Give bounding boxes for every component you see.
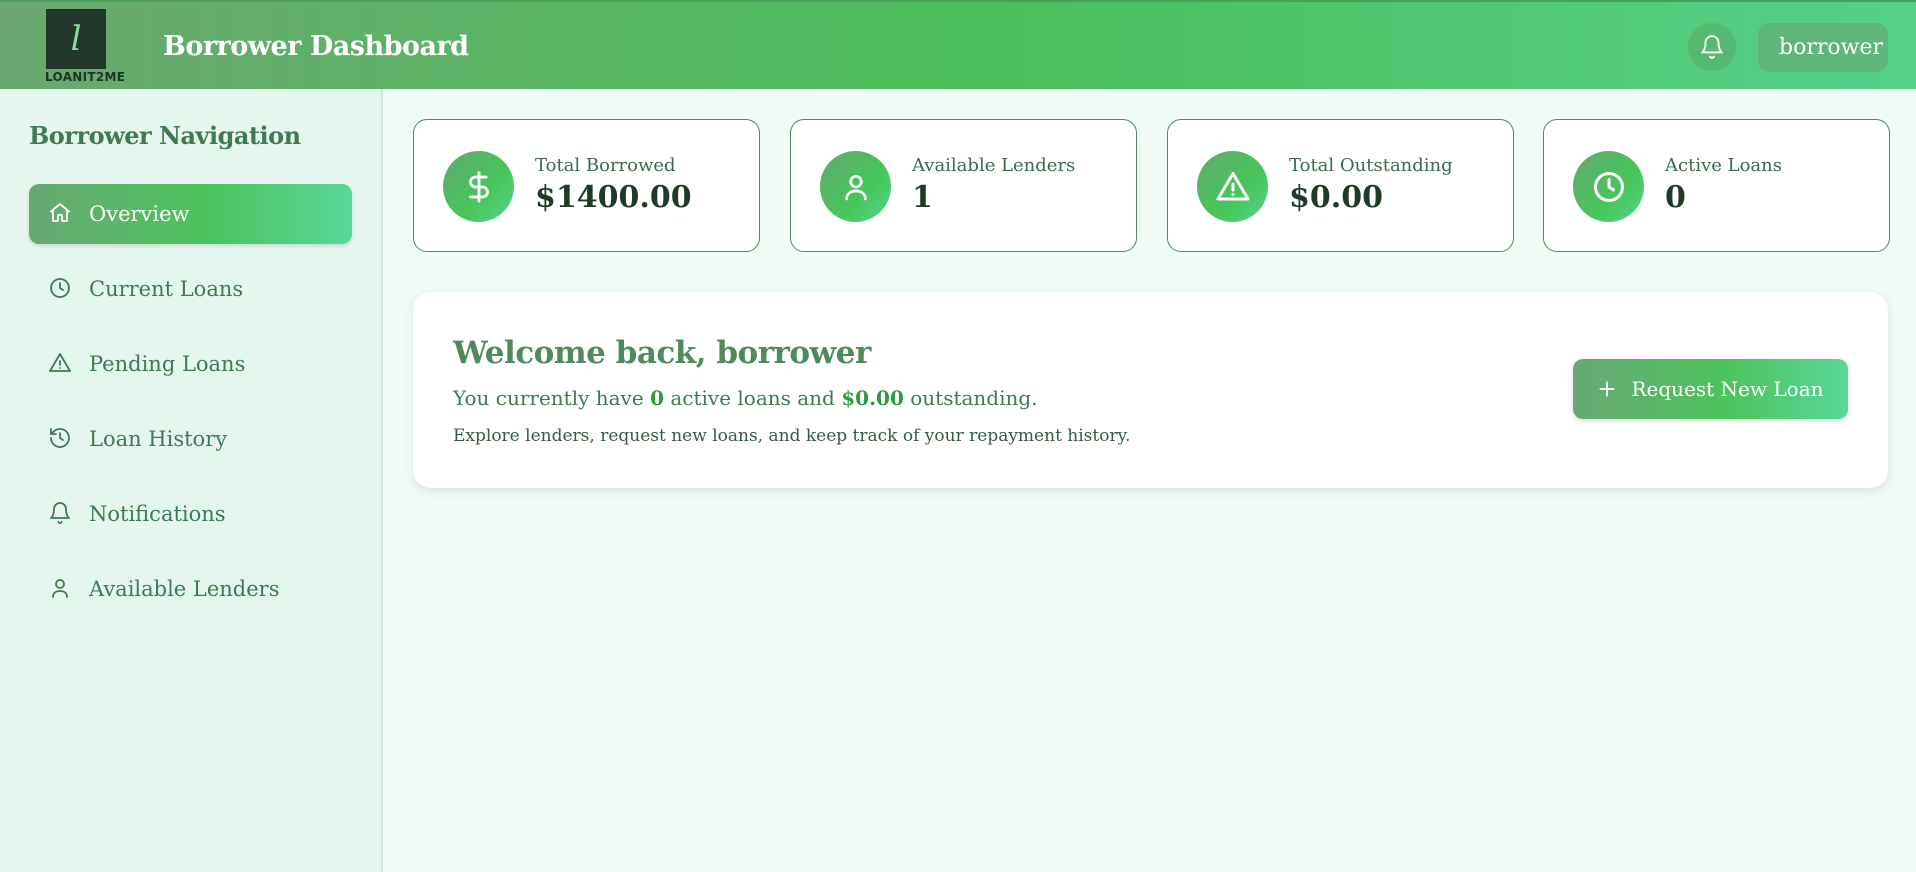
summary-mid: active loans and <box>663 386 842 410</box>
stat-label: Total Borrowed <box>535 155 676 176</box>
sidebar-item-label: Available Lenders <box>89 577 280 601</box>
stat-label: Total Outstanding <box>1289 155 1453 176</box>
sidebar-item-available-lenders[interactable]: Available Lenders <box>29 559 352 619</box>
bell-icon <box>1699 34 1725 60</box>
sidebar-item-label: Pending Loans <box>89 352 246 376</box>
plus-icon <box>1597 379 1617 399</box>
sidebar-item-label: Notifications <box>89 502 226 526</box>
stat-value: 0 <box>1665 180 1686 215</box>
active-loans-count: 0 <box>650 386 664 410</box>
stat-label: Active Loans <box>1665 155 1782 176</box>
request-new-loan-button[interactable]: Request New Loan <box>1573 359 1848 419</box>
notifications-button[interactable] <box>1688 23 1736 71</box>
sidebar: Borrower Navigation Overview Current Loa… <box>0 89 383 872</box>
stat-card-total-outstanding: Total Outstanding $0.00 <box>1167 119 1514 252</box>
clock-icon <box>48 276 74 302</box>
welcome-card: Welcome back, borrower You currently hav… <box>413 292 1888 488</box>
user-icon <box>820 151 891 222</box>
stat-card-available-lenders: Available Lenders 1 <box>790 119 1137 252</box>
top-header: l LOANIT2ME Borrower Dashboard borrower <box>0 0 1916 89</box>
bell-icon <box>48 501 74 527</box>
button-label: Request New Loan <box>1631 377 1824 401</box>
sidebar-item-label: Loan History <box>89 427 228 451</box>
sidebar-item-overview[interactable]: Overview <box>29 184 352 244</box>
history-icon <box>48 426 74 452</box>
stat-card-total-borrowed: Total Borrowed $1400.00 <box>413 119 760 252</box>
summary-suffix: outstanding. <box>903 386 1038 410</box>
sidebar-item-pending-loans[interactable]: Pending Loans <box>29 334 352 394</box>
warning-icon <box>48 351 74 377</box>
home-icon <box>48 201 74 227</box>
welcome-subtitle: Explore lenders, request new loans, and … <box>453 426 1131 446</box>
user-icon <box>48 576 74 602</box>
main-content: Total Borrowed $1400.00 Available Lender… <box>385 89 1916 872</box>
sidebar-item-notifications[interactable]: Notifications <box>29 484 352 544</box>
logo-text: LOANIT2ME <box>45 70 126 84</box>
clock-icon <box>1573 151 1644 222</box>
stat-value: $1400.00 <box>535 180 692 215</box>
outstanding-amount: $0.00 <box>841 386 904 410</box>
user-menu-button[interactable]: borrower <box>1758 23 1888 72</box>
sidebar-title: Borrower Navigation <box>29 121 301 150</box>
sidebar-item-loan-history[interactable]: Loan History <box>29 409 352 469</box>
welcome-title: Welcome back, borrower <box>453 335 871 371</box>
dollar-icon <box>443 151 514 222</box>
stat-value: $0.00 <box>1289 180 1383 215</box>
page-title: Borrower Dashboard <box>163 31 469 62</box>
stat-label: Available Lenders <box>912 155 1076 176</box>
sidebar-item-label: Current Loans <box>89 277 244 301</box>
sidebar-item-label: Overview <box>89 202 190 226</box>
summary-prefix: You currently have <box>453 386 651 410</box>
sidebar-item-current-loans[interactable]: Current Loans <box>29 259 352 319</box>
logo-mark: l <box>46 9 106 69</box>
warning-icon <box>1197 151 1268 222</box>
app-logo[interactable]: l LOANIT2ME <box>45 9 132 87</box>
welcome-summary: You currently have 0 active loans and $0… <box>453 386 1038 410</box>
stat-value: 1 <box>912 180 933 215</box>
stat-card-active-loans: Active Loans 0 <box>1543 119 1890 252</box>
